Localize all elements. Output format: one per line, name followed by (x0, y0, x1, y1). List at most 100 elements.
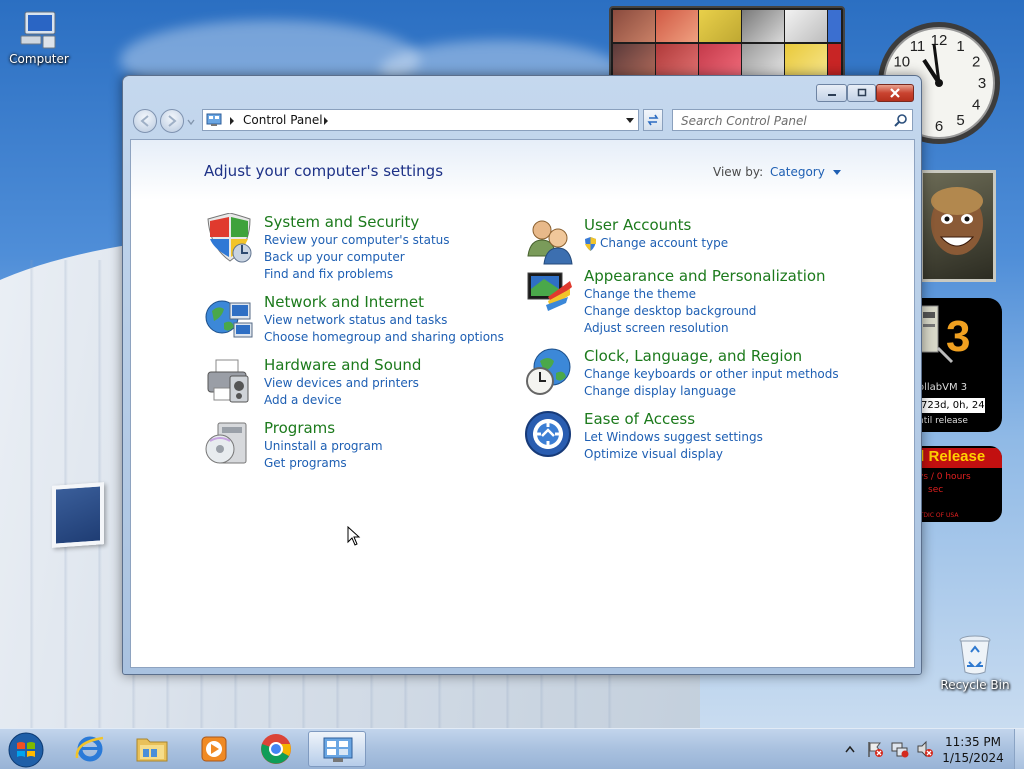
clock-numeral: 2 (972, 54, 980, 71)
category-link[interactable]: Add a device (264, 393, 342, 407)
desktop-icon-recycle-bin[interactable]: Recycle Bin (940, 632, 1010, 692)
category-link[interactable]: Adjust screen resolution (584, 321, 729, 335)
control-panel-window[interactable]: Control Panel Search Control Panel Adjus… (122, 75, 922, 675)
search-box[interactable]: Search Control Panel (672, 109, 913, 131)
vm-label: ollabVM 3 (918, 382, 968, 393)
restore-button[interactable] (847, 84, 876, 102)
release-title: ll Release (916, 448, 1002, 468)
breadcrumb-arrow-icon[interactable] (229, 117, 235, 125)
show-hidden-icons-chevron-icon[interactable] (845, 745, 855, 753)
category-title[interactable]: Appearance and Personalization (584, 267, 826, 285)
action-center-flag-icon[interactable] (866, 740, 884, 758)
photo-tile (742, 44, 784, 76)
photo-tile (742, 10, 784, 42)
category-link[interactable]: View devices and printers (264, 376, 419, 390)
category-title[interactable]: Programs (264, 419, 335, 437)
search-placeholder[interactable]: Search Control Panel (681, 114, 807, 128)
minimize-icon (827, 94, 836, 96)
breadcrumb-arrow-icon[interactable] (323, 117, 329, 125)
vm-note: ntil release (918, 416, 968, 426)
category-link[interactable]: Change display language (584, 384, 736, 398)
view-by-dropdown[interactable]: Category (770, 165, 841, 179)
category-title[interactable]: System and Security (264, 213, 419, 231)
monitor-palette-icon[interactable] (524, 267, 574, 317)
category-title[interactable]: Clock, Language, and Region (584, 347, 802, 365)
release-countdown-gadget[interactable]: ll Release ys / 0 hours sec ITDIC OF USA (916, 446, 1002, 522)
category-title[interactable]: Network and Internet (264, 293, 424, 311)
photo-tile (828, 10, 841, 42)
start-button[interactable] (0, 731, 54, 768)
breadcrumb-control-panel[interactable]: Control Panel (243, 113, 323, 127)
forward-arrow-icon (168, 115, 177, 127)
address-dropdown-icon[interactable] (626, 118, 634, 124)
photo-tile (613, 44, 655, 76)
control-panel-small-icon (206, 113, 222, 126)
control-panel-content: Adjust your computer's settings View by:… (130, 139, 915, 668)
collabvm-countdown-gadget[interactable]: 3 ollabVM 3 723d, 0h, 24 ntil release (916, 298, 1002, 432)
clock-numeral: 3 (978, 75, 986, 92)
category-link[interactable]: View network status and tasks (264, 313, 447, 327)
desktop-icon-computer[interactable]: Computer (4, 10, 74, 66)
taskbar-control-panel[interactable] (308, 731, 366, 767)
taskbar-chrome[interactable] (248, 731, 304, 767)
category-title[interactable]: Ease of Access (584, 410, 695, 428)
ease-of-access-icon[interactable] (524, 410, 574, 460)
taskbar-media-player[interactable] (186, 731, 242, 767)
photo-tile (785, 44, 827, 76)
show-desktop-button[interactable] (1014, 729, 1024, 769)
programs-disc-icon[interactable] (204, 419, 254, 469)
building-window (52, 482, 104, 548)
category-link[interactable]: Uninstall a program (264, 439, 383, 453)
back-button[interactable] (133, 109, 157, 133)
category-link[interactable]: Back up your computer (264, 250, 405, 264)
photo-tile (699, 10, 741, 42)
category-link[interactable]: Find and fix problems (264, 267, 393, 281)
view-by-label: View by: (713, 165, 764, 179)
internet-explorer-icon (75, 736, 104, 762)
network-globe-icon[interactable] (204, 293, 254, 343)
shield-icon[interactable] (204, 213, 254, 263)
webcam-photo-gadget[interactable] (920, 170, 996, 282)
clock-date: 1/15/2024 (942, 751, 1004, 765)
photo-tile (656, 44, 698, 76)
slideshow-gadget[interactable] (609, 6, 845, 80)
category-title[interactable]: User Accounts (584, 216, 691, 234)
clock-numeral: 11 (910, 38, 926, 55)
close-button[interactable] (876, 84, 914, 102)
category-link[interactable]: Change the theme (584, 287, 696, 301)
address-bar[interactable]: Control Panel (202, 109, 639, 131)
category-link[interactable]: Change account type (600, 236, 728, 250)
recent-pages-chevron-icon[interactable] (187, 118, 195, 126)
taskbar-windows-explorer[interactable] (124, 731, 180, 767)
users-icon[interactable] (524, 216, 574, 266)
category-link[interactable]: Optimize visual display (584, 447, 723, 461)
clock-globe-icon[interactable] (524, 347, 574, 397)
photo-tile (785, 10, 827, 42)
uac-shield-icon (585, 237, 596, 251)
close-icon (890, 88, 900, 98)
category-link[interactable]: Change desktop background (584, 304, 756, 318)
category-link[interactable]: Let Windows suggest settings (584, 430, 763, 444)
category-title[interactable]: Hardware and Sound (264, 356, 421, 374)
restore-icon (857, 88, 866, 97)
volume-muted-icon[interactable] (916, 740, 934, 758)
category-link[interactable]: Choose homegroup and sharing options (264, 330, 504, 344)
category-link[interactable]: Change keyboards or other input methods (584, 367, 839, 381)
clock-numeral: 1 (956, 38, 964, 55)
taskbar-internet-explorer[interactable] (62, 731, 118, 767)
page-title: Adjust your computer's settings (204, 162, 444, 180)
category-link[interactable]: Review your computer's status (264, 233, 450, 247)
photo-tile (699, 44, 741, 76)
desktop-icon-label: Recycle Bin (940, 678, 1010, 692)
refresh-button[interactable] (643, 109, 663, 131)
category-link[interactable]: Get programs (264, 456, 347, 470)
chevron-down-icon[interactable] (832, 169, 841, 176)
view-by-value[interactable]: Category (770, 165, 825, 179)
release-line1: ys / 0 hours (918, 472, 971, 482)
network-icon[interactable] (891, 740, 909, 758)
system-clock[interactable]: 11:35 PM 1/15/2024 (936, 734, 1010, 766)
search-icon[interactable] (894, 113, 908, 127)
printer-icon[interactable] (204, 356, 254, 406)
minimize-button[interactable] (816, 84, 847, 102)
forward-button[interactable] (160, 109, 184, 133)
